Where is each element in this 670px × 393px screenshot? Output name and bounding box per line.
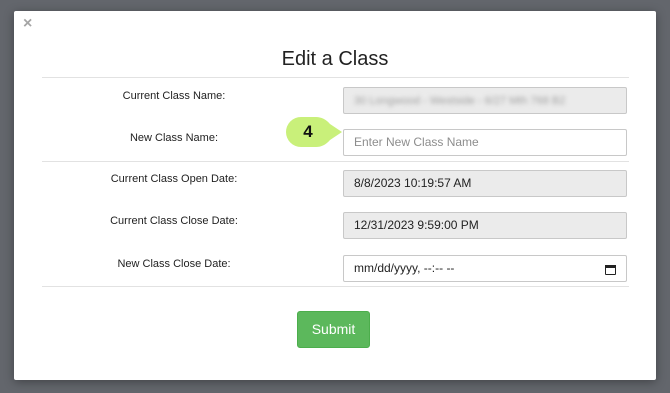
new-close-date-input[interactable]: mm/dd/yyyy, --:-- --	[343, 255, 627, 282]
new-class-name-input[interactable]: Enter New Class Name	[343, 129, 627, 156]
current-class-name-label: Current Class Name:	[122, 90, 226, 102]
current-close-date-label: Current Class Close Date:	[110, 215, 238, 227]
step-number: 4	[303, 122, 313, 141]
current-open-date-label: Current Class Open Date:	[110, 173, 238, 185]
close-icon[interactable]: ×	[23, 16, 35, 32]
current-class-name-value: 30 Longwood - Westside - 6/27 Mth 768 B2	[354, 95, 566, 107]
new-close-date-label: New Class Close Date:	[117, 258, 231, 270]
current-class-name-field: 30 Longwood - Westside - 6/27 Mth 768 B2	[343, 87, 627, 114]
step-annotation-badge: 4	[286, 117, 342, 147]
divider	[42, 161, 629, 162]
current-open-date-field: 8/8/2023 10:19:57 AM	[343, 170, 627, 197]
current-close-date-field: 12/31/2023 9:59:00 PM	[343, 212, 627, 239]
divider	[42, 286, 629, 287]
submit-button[interactable]: Submit	[297, 311, 370, 348]
calendar-icon[interactable]	[604, 263, 616, 275]
new-close-date-value: mm/dd/yyyy, --:-- --	[354, 261, 455, 275]
divider	[42, 77, 629, 78]
dialog-title: Edit a Class	[281, 48, 389, 70]
edit-class-dialog: × Edit a Class Current Class Name: 30 Lo…	[14, 11, 656, 380]
